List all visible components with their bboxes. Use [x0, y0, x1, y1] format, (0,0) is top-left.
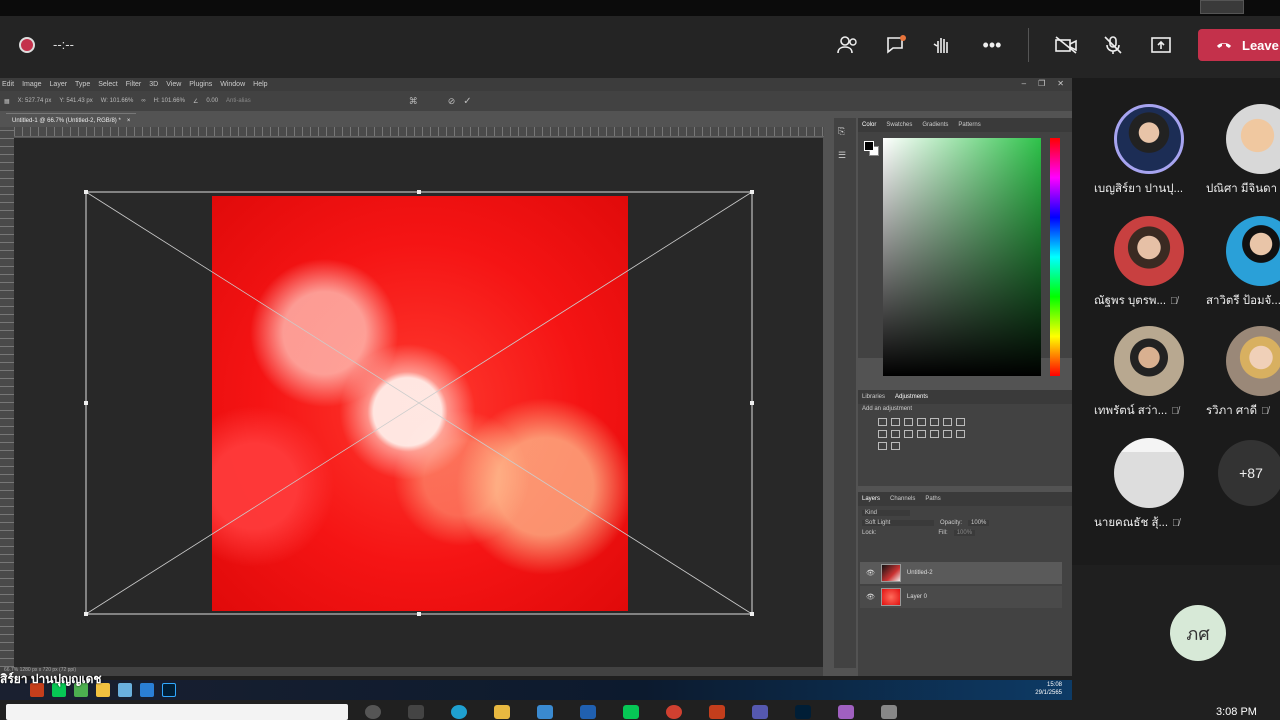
avatar: [1114, 104, 1184, 174]
chrome-app-icon[interactable]: [666, 705, 682, 719]
paint-icon[interactable]: [838, 705, 854, 719]
shared-windows-taskbar: 15:08 29/1/2565: [0, 680, 1072, 700]
photos-icon[interactable]: [140, 683, 154, 697]
avatar: [1226, 104, 1280, 174]
participant-tile[interactable]: ณัฐพร บุตรพ... 🎙̸: [1094, 216, 1204, 310]
mic-off-icon: 🎙̸: [1171, 406, 1179, 417]
ppt-app-icon[interactable]: [709, 705, 725, 719]
participant-name: นายคณธัช สุ้... 🎙̸: [1094, 514, 1204, 532]
avatar: [1114, 216, 1184, 286]
participant-name: เบญสิร์ยา ปานปุ...: [1094, 183, 1184, 195]
participant-tile[interactable]: เบญสิร์ยา ปานปุ...: [1094, 104, 1204, 198]
participant-name-text: เทพรัตน์ สว่า...: [1094, 405, 1168, 417]
system-clock: 3:08 PM: [1216, 706, 1257, 718]
participant-tile[interactable]: เทพรัตน์ สว่า... 🎙̸: [1094, 326, 1204, 420]
line-app-icon[interactable]: [623, 705, 639, 719]
photoshop-icon[interactable]: [162, 683, 176, 697]
participant-tile[interactable]: รวิภา ศาดี 🎙̸: [1206, 326, 1280, 420]
presenter-caption: สิร์ยา ปานปุญญเดช: [0, 672, 102, 686]
shared-clock: 15:08 29/1/2565: [1035, 681, 1062, 697]
settings-icon[interactable]: [881, 705, 897, 719]
mail-icon[interactable]: [580, 705, 596, 719]
participant-tile[interactable]: ปณิศา มีจินดา: [1206, 104, 1280, 198]
participant-name: เทพรัตน์ สว่า... 🎙̸: [1094, 402, 1204, 420]
taskbar-icons: [365, 705, 897, 719]
avatar: [1226, 216, 1280, 286]
app-icon[interactable]: [118, 683, 132, 697]
avatar: [1114, 438, 1184, 508]
participant-tile[interactable]: สาวิตรี ป้อมจั...🎙̸: [1206, 216, 1280, 310]
explorer-icon[interactable]: [494, 705, 510, 719]
self-avatar[interactable]: ภศ: [1170, 605, 1226, 661]
cortana-icon[interactable]: [365, 705, 381, 719]
ps-app-icon[interactable]: [795, 705, 811, 719]
participant-name: ณัฐพร บุตรพ... 🎙̸: [1094, 292, 1204, 310]
participant-name: รวิภา ศาดี 🎙̸: [1206, 402, 1280, 420]
avatar: [1114, 326, 1184, 396]
more-participants-count: +87: [1218, 440, 1280, 506]
participants-panel: เบญสิร์ยา ปานปุ... ปณิศา มีจินดา ณัฐพร บ…: [1072, 78, 1280, 565]
mic-off-icon: 🎙̸: [1170, 296, 1178, 307]
participant-name: สาวิตรี ป้อมจั...🎙̸: [1206, 292, 1280, 310]
mic-off-icon: 🎙̸: [1261, 406, 1269, 417]
participant-name-text: สาวิตรี ป้อมจั...: [1206, 295, 1280, 307]
teams-icon[interactable]: [752, 705, 768, 719]
participant-name-text: รวิภา ศาดี: [1206, 405, 1258, 417]
mic-off-icon: 🎙̸: [1172, 518, 1180, 529]
more-participants[interactable]: +87: [1218, 440, 1280, 506]
shared-clock-time: 15:08: [1046, 682, 1062, 688]
avatar: [1226, 326, 1280, 396]
store-icon[interactable]: [537, 705, 553, 719]
edge-icon[interactable]: [451, 705, 467, 719]
participant-name: ปณิศา มีจินดา: [1206, 183, 1278, 195]
shared-clock-date: 29/1/2565: [1035, 690, 1062, 696]
taskbar-search[interactable]: [6, 704, 348, 720]
participant-name-text: นายคณธัช สุ้...: [1094, 517, 1169, 529]
participant-name-text: ณัฐพร บุตรพ...: [1094, 295, 1167, 307]
task-view-icon[interactable]: [408, 705, 424, 719]
participant-tile[interactable]: นายคณธัช สุ้... 🎙̸: [1094, 438, 1204, 532]
